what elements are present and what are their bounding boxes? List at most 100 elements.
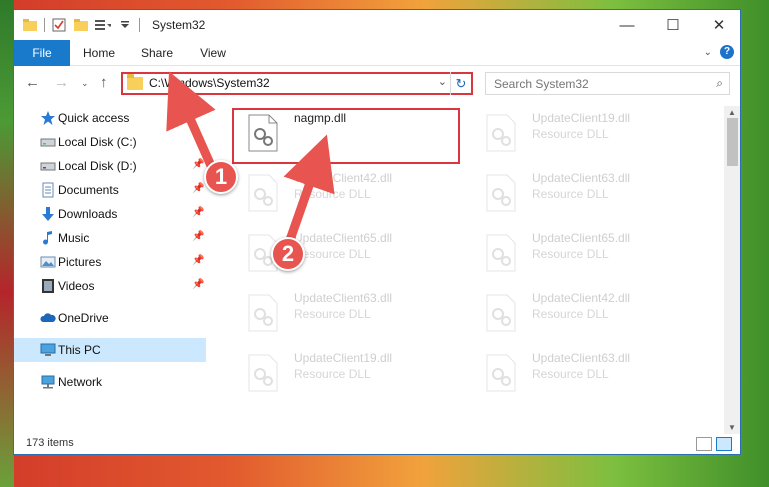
sidebar-item-documents[interactable]: Documents 📌 bbox=[14, 178, 206, 202]
file-tile[interactable]: UpdateClient19.dll Resource DLL bbox=[234, 346, 459, 402]
file-type: Resource DLL bbox=[294, 367, 371, 381]
file-name: UpdateClient65.dll bbox=[532, 231, 631, 245]
recent-locations-icon[interactable]: ⌄ bbox=[81, 78, 89, 89]
refresh-icon[interactable]: ↻ bbox=[450, 72, 471, 95]
search-icon[interactable]: ⌕ bbox=[716, 76, 723, 91]
expand-ribbon-icon[interactable]: ⌄ bbox=[704, 47, 712, 58]
file-tile[interactable]: UpdateClient63.dll Resource DLL bbox=[472, 166, 697, 222]
address-bar[interactable]: C:\Windows\System32 ⌄ ↻ bbox=[121, 72, 473, 95]
file-explorer-window: System32 — ☐ ✕ File Home Share View ⌄ ? … bbox=[13, 9, 741, 455]
dll-file-icon bbox=[486, 234, 516, 272]
help-icon[interactable]: ? bbox=[720, 45, 734, 59]
file-tile[interactable]: UpdateClient63.dll Resource DLL bbox=[234, 286, 459, 342]
sidebar-item-label: This PC bbox=[58, 343, 101, 357]
file-type: Resource DLL bbox=[532, 247, 609, 261]
properties-icon[interactable] bbox=[51, 17, 67, 33]
search-box[interactable]: ⌕ bbox=[485, 72, 730, 95]
drive-icon bbox=[40, 138, 56, 147]
dll-file-icon bbox=[486, 294, 516, 332]
close-button[interactable]: ✕ bbox=[696, 10, 740, 40]
search-input[interactable] bbox=[486, 73, 696, 94]
sidebar-item-local-disk-c[interactable]: Local Disk (C:) bbox=[14, 130, 206, 154]
dll-file-icon bbox=[486, 354, 516, 392]
file-name: UpdateClient63.dll bbox=[294, 291, 393, 305]
scroll-up-icon[interactable]: ▲ bbox=[728, 108, 736, 117]
cloud-icon bbox=[40, 313, 56, 322]
videos-icon bbox=[42, 279, 54, 293]
pin-icon: 📌 bbox=[192, 279, 205, 290]
file-tile[interactable]: UpdateClient19.dll Resource DLL bbox=[472, 106, 697, 162]
download-icon bbox=[42, 207, 54, 221]
sidebar-item-label: Documents bbox=[58, 183, 119, 197]
customize-toolbar-icon[interactable] bbox=[117, 17, 133, 33]
sidebar-item-local-disk-d[interactable]: Local Disk (D:) 📌 bbox=[14, 154, 206, 178]
tab-share[interactable]: Share bbox=[134, 42, 180, 66]
navigation-bar: ← → ⌄ ↑ C:\Windows\System32 ⌄ ↻ ⌕ bbox=[14, 67, 740, 99]
back-arrow-icon[interactable]: ← bbox=[25, 74, 40, 91]
folder-icon bbox=[127, 74, 143, 90]
sidebar-item-label: Downloads bbox=[58, 207, 118, 221]
vertical-scrollbar[interactable]: ▲ ▼ bbox=[724, 106, 740, 434]
details-view-icon[interactable] bbox=[696, 437, 712, 451]
file-tile[interactable]: UpdateClient42.dll Resource DLL bbox=[234, 166, 459, 222]
forward-arrow-icon[interactable]: → bbox=[54, 74, 69, 91]
star-icon bbox=[41, 111, 55, 125]
file-type: Resource DLL bbox=[532, 307, 609, 321]
file-tile[interactable]: UpdateClient65.dll Resource DLL bbox=[472, 226, 697, 282]
sidebar-item-quick-access[interactable]: Quick access bbox=[14, 106, 206, 130]
desktop-wallpaper bbox=[0, 0, 14, 487]
scroll-down-icon[interactable]: ▼ bbox=[728, 423, 736, 432]
dll-file-icon bbox=[248, 294, 278, 332]
sidebar-item-label: Quick access bbox=[58, 111, 130, 125]
item-count: 173 items bbox=[26, 437, 74, 449]
file-type: Resource DLL bbox=[532, 187, 609, 201]
ribbon-right-controls: ⌄ ? bbox=[704, 45, 734, 59]
dll-file-icon bbox=[486, 114, 516, 152]
music-icon bbox=[43, 231, 52, 245]
sidebar-item-label: Music bbox=[58, 231, 90, 245]
dll-file-icon bbox=[486, 174, 516, 212]
title-bar: System32 — ☐ ✕ bbox=[14, 10, 740, 40]
status-bar: 173 items bbox=[14, 434, 740, 454]
file-type: Resource DLL bbox=[294, 247, 371, 261]
pin-icon: 📌 bbox=[192, 231, 205, 242]
quick-access-toolbar bbox=[22, 17, 140, 33]
dll-file-icon bbox=[248, 174, 278, 212]
sidebar-item-downloads[interactable]: Downloads 📌 bbox=[14, 202, 206, 226]
sidebar-item-network[interactable]: Network bbox=[14, 370, 206, 394]
chevron-down-icon[interactable]: ⌄ bbox=[438, 75, 447, 88]
window-title: System32 bbox=[152, 18, 206, 32]
pin-icon: 📌 bbox=[192, 183, 205, 194]
new-folder-icon[interactable] bbox=[73, 17, 89, 33]
file-tile[interactable]: UpdateClient42.dll Resource DLL bbox=[472, 286, 697, 342]
sidebar-item-this-pc[interactable]: This PC bbox=[14, 338, 206, 362]
dll-file-icon bbox=[248, 354, 278, 392]
network-icon bbox=[41, 375, 55, 389]
sidebar-item-videos[interactable]: Videos 📌 bbox=[14, 274, 206, 298]
file-tile[interactable]: UpdateClient65.dll Resource DLL bbox=[234, 226, 459, 282]
minimize-button[interactable]: — bbox=[604, 10, 650, 40]
maximize-button[interactable]: ☐ bbox=[650, 10, 696, 40]
sidebar-item-pictures[interactable]: Pictures 📌 bbox=[14, 250, 206, 274]
file-name: UpdateClient65.dll bbox=[294, 231, 393, 245]
file-name: UpdateClient42.dll bbox=[294, 171, 393, 185]
separator bbox=[139, 18, 140, 32]
scroll-thumb[interactable] bbox=[727, 118, 738, 166]
tab-file[interactable]: File bbox=[14, 40, 70, 66]
view-options-icon[interactable] bbox=[95, 17, 111, 33]
view-toggle bbox=[696, 437, 732, 451]
file-name: UpdateClient63.dll bbox=[532, 171, 631, 185]
file-name: UpdateClient42.dll bbox=[532, 291, 631, 305]
sidebar-item-label: Network bbox=[58, 375, 103, 389]
sidebar-item-label: OneDrive bbox=[58, 311, 109, 325]
address-path[interactable]: C:\Windows\System32 bbox=[149, 76, 270, 90]
sidebar-item-onedrive[interactable]: OneDrive bbox=[14, 306, 206, 330]
drive-icon bbox=[40, 162, 56, 171]
sidebar-item-music[interactable]: Music 📌 bbox=[14, 226, 206, 250]
ribbon-tabs: File Home Share View ⌄ ? bbox=[14, 40, 740, 66]
tiles-view-icon[interactable] bbox=[716, 437, 732, 451]
file-tile[interactable]: UpdateClient63.dll Resource DLL bbox=[472, 346, 697, 402]
tab-home[interactable]: Home bbox=[76, 42, 122, 66]
up-arrow-icon[interactable]: ↑ bbox=[100, 74, 108, 91]
tab-view[interactable]: View bbox=[190, 42, 236, 66]
